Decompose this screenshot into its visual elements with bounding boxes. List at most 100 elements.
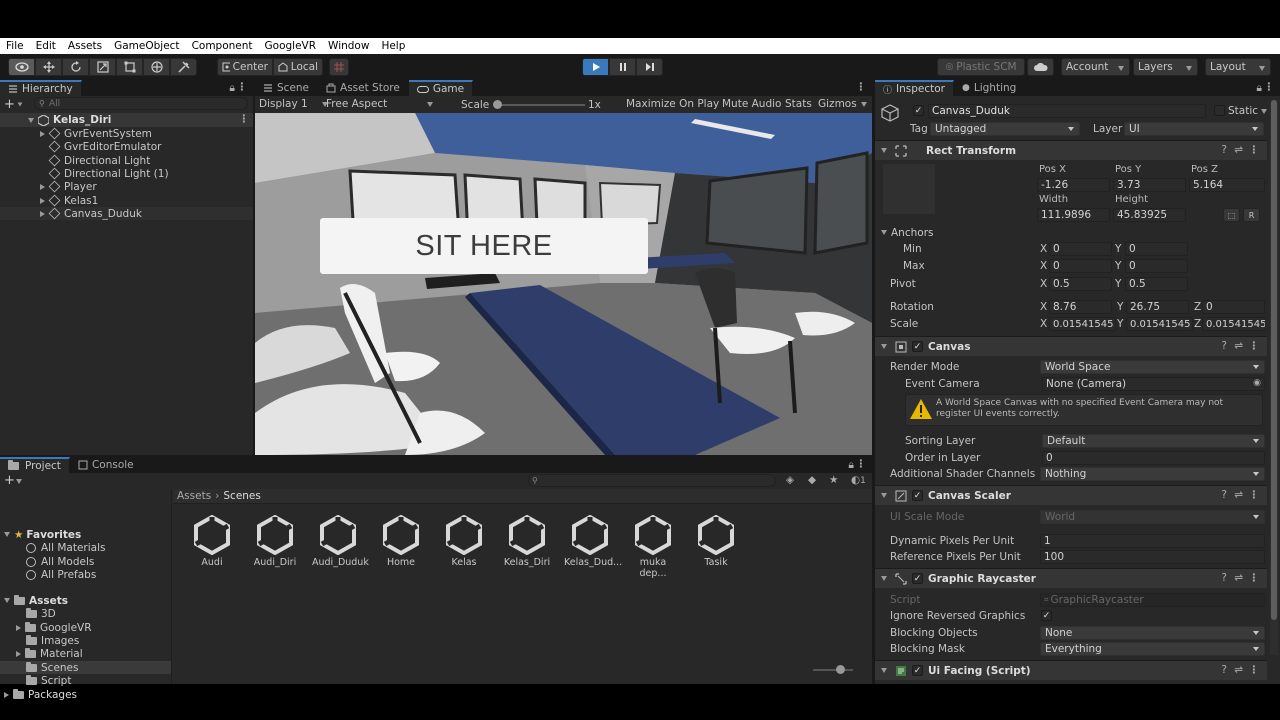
hierarchy-item[interactable]: Kelas1 xyxy=(40,194,98,207)
anchor-max-x-field[interactable]: 0 xyxy=(1049,259,1112,273)
aspect-dropdown[interactable]: Free Aspect xyxy=(326,98,434,110)
shader-channels-dropdown[interactable]: Nothing xyxy=(1040,467,1265,481)
filter-type-icon[interactable]: ◈ xyxy=(786,474,794,486)
canvas-scaler-header[interactable]: ✓ Canvas Scaler ? ⇌ ⋮ xyxy=(875,485,1267,505)
hidden-packages-icon[interactable]: ◐1 xyxy=(851,474,866,486)
display-dropdown[interactable]: Display 1 xyxy=(259,98,328,110)
width-field[interactable]: 111.9896 xyxy=(1037,208,1110,222)
hierarchy-item[interactable]: Directional Light (1) xyxy=(48,167,169,180)
menu-edit[interactable]: Edit xyxy=(30,40,62,52)
expand-arrow-icon[interactable] xyxy=(28,117,34,123)
scale-slider-track[interactable] xyxy=(495,104,585,106)
packages-header[interactable]: Packages xyxy=(4,688,77,701)
pause-button[interactable] xyxy=(609,58,636,76)
pivot-y-field[interactable]: 0.5 xyxy=(1125,277,1188,291)
scene-more-icon[interactable]: ⋮ xyxy=(239,113,250,125)
sorting-layer-dropdown[interactable]: Default xyxy=(1042,434,1265,448)
sit-here-button[interactable]: SIT HERE xyxy=(320,218,648,274)
move-tool-icon[interactable] xyxy=(35,58,62,76)
menu-file[interactable]: File xyxy=(0,40,30,52)
hierarchy-item[interactable]: Player xyxy=(40,180,97,193)
account-dropdown[interactable]: Account xyxy=(1061,58,1130,76)
gizmos-toggle[interactable]: Gizmos xyxy=(818,98,867,110)
menu-googlevr[interactable]: GoogleVR xyxy=(259,40,323,52)
scale-y-field[interactable]: 0.01541545 xyxy=(1126,317,1193,331)
posx-field[interactable]: -1.26 xyxy=(1037,178,1110,192)
reference-ppu-field[interactable]: 100 xyxy=(1040,550,1265,564)
tab-scene[interactable]: Scene xyxy=(255,80,319,96)
more-options-icon[interactable]: ⋮ xyxy=(237,81,248,93)
add-icon[interactable]: + xyxy=(4,97,15,112)
pivot-local-button[interactable]: Local xyxy=(273,58,323,76)
expand-arrow-icon[interactable] xyxy=(16,624,21,631)
breadcrumb-scenes[interactable]: Scenes xyxy=(223,490,260,502)
expand-arrow-icon[interactable] xyxy=(40,130,45,137)
scene-asset[interactable]: muka dep... xyxy=(627,513,679,579)
posz-field[interactable]: 5.164 xyxy=(1189,178,1265,192)
scene-asset[interactable]: Audi xyxy=(186,513,238,568)
anchors-foldout[interactable]: Anchors xyxy=(881,226,933,239)
scene-asset[interactable]: Audi_Diri xyxy=(249,513,301,568)
collapse-arrow-icon[interactable] xyxy=(881,344,887,349)
folder-item[interactable]: GoogleVR xyxy=(16,621,92,634)
cloud-button[interactable] xyxy=(1027,58,1054,76)
help-icon[interactable]: ? xyxy=(1221,144,1227,156)
scale-tool-icon[interactable] xyxy=(89,58,116,76)
project-search-input[interactable]: ⚲ xyxy=(528,474,776,487)
height-field[interactable]: 45.83925 xyxy=(1113,208,1186,222)
favorite-item[interactable]: All Models xyxy=(26,555,94,568)
canvas-scaler-enabled-checkbox[interactable]: ✓ xyxy=(912,490,923,501)
hierarchy-item[interactable]: GvrEventSystem xyxy=(40,127,152,140)
posy-field[interactable]: 3.73 xyxy=(1113,178,1186,192)
blocking-mask-dropdown[interactable]: Everything xyxy=(1040,642,1265,656)
preset-icon[interactable]: ⇌ xyxy=(1234,572,1243,584)
preset-icon[interactable]: ⇌ xyxy=(1234,664,1243,676)
raycaster-enabled-checkbox[interactable]: ✓ xyxy=(912,573,923,584)
event-camera-field[interactable]: None (Camera) ◉ xyxy=(1042,377,1265,391)
lock-icon[interactable]: 🔒︎ xyxy=(1256,82,1262,95)
scene-asset[interactable]: Tasik xyxy=(690,513,742,568)
scene-asset[interactable]: Kelas_Diri xyxy=(501,513,553,568)
scene-asset[interactable]: Home xyxy=(375,513,427,568)
expand-arrow-icon[interactable] xyxy=(16,650,21,657)
help-icon[interactable]: ? xyxy=(1221,340,1227,352)
menu-gameobject[interactable]: GameObject xyxy=(108,40,185,52)
pivot-x-field[interactable]: 0.5 xyxy=(1049,277,1112,291)
more-options-icon[interactable]: ⋮ xyxy=(856,81,867,93)
object-picker-icon[interactable]: ◉ xyxy=(1253,378,1261,388)
hierarchy-item[interactable]: Directional Light xyxy=(48,154,150,167)
rotate-tool-icon[interactable] xyxy=(62,58,89,76)
hierarchy-item[interactable]: GvrEditorEmulator xyxy=(48,140,161,153)
component-menu-icon[interactable]: ⋮ xyxy=(1249,572,1260,584)
plastic-scm-button[interactable]: ◎ Plastic SCM xyxy=(937,58,1025,76)
anchor-min-y-field[interactable]: 0 xyxy=(1125,242,1188,256)
scale-slider-handle[interactable] xyxy=(493,100,502,109)
icon-size-slider[interactable] xyxy=(813,669,853,671)
folder-item[interactable]: Script xyxy=(26,674,71,687)
scene-asset[interactable]: Audi_Duduk xyxy=(312,513,369,568)
hierarchy-item-selected[interactable]: Canvas_Duduk xyxy=(0,207,253,220)
active-checkbox[interactable]: ✓ xyxy=(913,105,924,116)
play-button[interactable] xyxy=(582,58,609,76)
tab-project[interactable]: Project xyxy=(0,457,70,473)
icon-size-slider-handle[interactable] xyxy=(836,665,845,674)
hierarchy-search-input[interactable]: ⚲ All xyxy=(34,97,248,110)
help-icon[interactable]: ? xyxy=(1221,572,1227,584)
game-viewport[interactable]: SIT HERE xyxy=(255,113,872,455)
render-mode-dropdown[interactable]: World Space xyxy=(1040,360,1265,374)
expand-arrow-icon[interactable] xyxy=(4,691,9,698)
canvas-enabled-checkbox[interactable]: ✓ xyxy=(912,341,923,352)
component-menu-icon[interactable]: ⋮ xyxy=(1249,664,1260,676)
scene-asset[interactable]: Kelas_Dud... xyxy=(564,513,622,568)
tab-inspector[interactable]: ⓘ Inspector xyxy=(875,80,954,96)
ignore-reversed-checkbox[interactable]: ✓ xyxy=(1041,610,1052,621)
anchor-min-x-field[interactable]: 0 xyxy=(1049,242,1112,256)
preset-icon[interactable]: ⇌ xyxy=(1234,340,1243,352)
favorite-item[interactable]: All Prefabs xyxy=(26,568,96,581)
anchor-preset-button[interactable] xyxy=(883,164,935,214)
favorite-star-icon[interactable]: ★ xyxy=(829,474,838,486)
preset-icon[interactable]: ⇌ xyxy=(1234,489,1243,501)
blueprint-mode-icon[interactable]: ⬚ xyxy=(1223,208,1240,222)
layout-dropdown[interactable]: Layout xyxy=(1205,58,1271,76)
breadcrumb-assets[interactable]: Assets xyxy=(177,490,211,502)
